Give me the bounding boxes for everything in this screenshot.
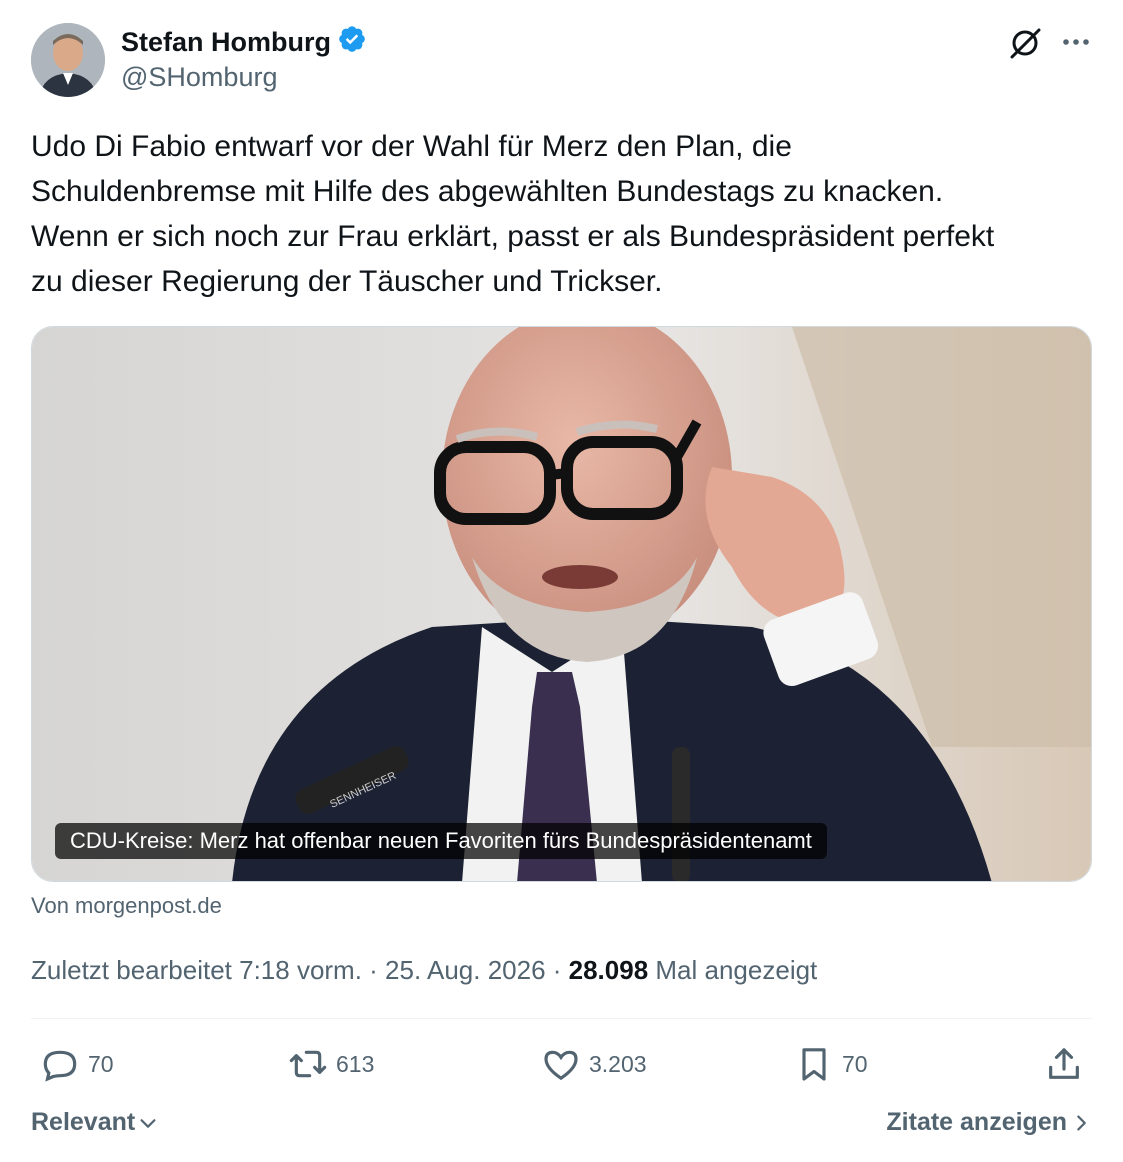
- tweet-text: Udo Di Fabio entwarf vor der Wahl für Me…: [31, 130, 995, 298]
- bookmark-count: 70: [842, 1050, 868, 1077]
- author-handle[interactable]: @SHomburg: [121, 62, 277, 93]
- divider: [31, 1018, 1092, 1019]
- more-dots-icon[interactable]: [1058, 24, 1094, 60]
- retweet-count: 613: [336, 1050, 375, 1077]
- tweet-meta: Zuletzt bearbeitet 7:18 vorm. · 25. Aug.…: [31, 955, 817, 986]
- verified-badge-icon: [337, 24, 367, 61]
- bookmark-button[interactable]: 70: [794, 1044, 868, 1084]
- avatar[interactable]: [31, 23, 105, 97]
- retweet-button[interactable]: 613: [288, 1044, 374, 1084]
- view-quotes-label: Zitate anzeigen: [886, 1108, 1067, 1136]
- share-button[interactable]: [1044, 1044, 1084, 1084]
- link-card[interactable]: SENNHEISER CDU-Kreise: Merz hat offenbar…: [31, 326, 1092, 882]
- grok-icon[interactable]: [1006, 24, 1044, 62]
- sort-dropdown[interactable]: Relevant: [31, 1108, 159, 1137]
- reply-icon: [43, 1050, 77, 1082]
- author-name[interactable]: Stefan Homburg: [121, 27, 331, 58]
- reply-button[interactable]: 70: [40, 1044, 114, 1084]
- like-count: 3.203: [589, 1050, 647, 1077]
- card-image: SENNHEISER: [32, 327, 1091, 881]
- view-count: 28.098: [568, 955, 649, 985]
- author-name-row[interactable]: Stefan Homburg: [121, 24, 367, 61]
- retweet-icon: [289, 1050, 327, 1078]
- share-icon: [1049, 1048, 1079, 1079]
- chevron-down-icon: [140, 1118, 156, 1128]
- reply-count: 70: [88, 1050, 114, 1077]
- like-button[interactable]: 3.203: [541, 1044, 647, 1084]
- heart-icon: [544, 1050, 578, 1081]
- chevron-right-icon: [1077, 1114, 1086, 1131]
- card-title[interactable]: CDU-Kreise: Merz hat offenbar neuen Favo…: [55, 823, 827, 859]
- edited-timestamp[interactable]: Zuletzt bearbeitet 7:18 vorm. · 25. Aug.…: [31, 955, 569, 985]
- sort-label: Relevant: [31, 1108, 136, 1136]
- bookmark-icon: [802, 1048, 826, 1081]
- views-label: Mal angezeigt: [648, 955, 818, 985]
- view-quotes-link[interactable]: Zitate anzeigen: [886, 1108, 1091, 1137]
- card-source[interactable]: Von morgenpost.de: [31, 893, 222, 919]
